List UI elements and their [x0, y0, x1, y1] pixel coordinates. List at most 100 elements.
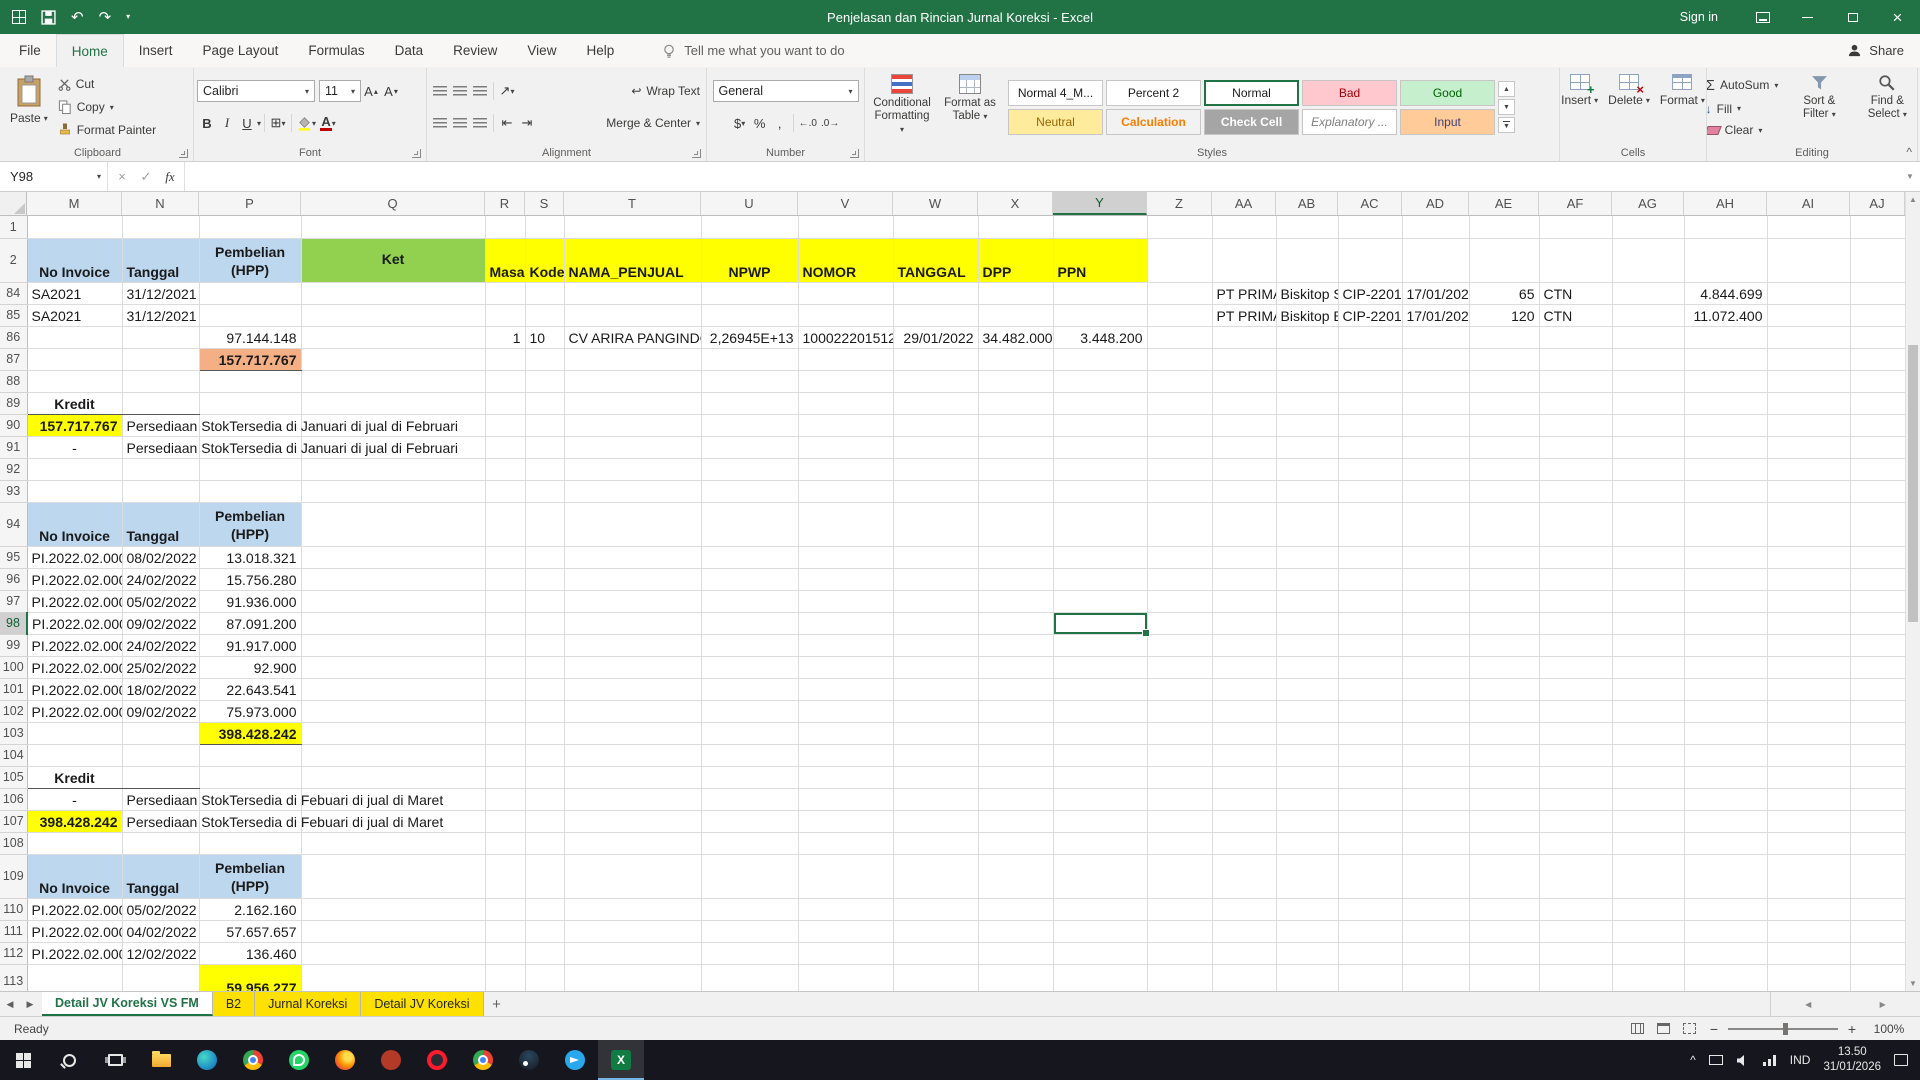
- cell-AE100[interactable]: [1469, 656, 1539, 678]
- cell-AH99[interactable]: [1684, 634, 1767, 656]
- cell-AC92[interactable]: [1338, 458, 1402, 480]
- cell-N2[interactable]: Tanggal: [122, 238, 199, 282]
- cell-Y1[interactable]: [1053, 216, 1147, 238]
- redo-button[interactable]: ↷: [99, 10, 112, 25]
- taskbar-brave-icon[interactable]: [368, 1040, 414, 1080]
- autosum-button[interactable]: ΣAutoSum▾: [1707, 76, 1781, 95]
- cell-AA102[interactable]: [1212, 700, 1276, 722]
- column-header-AI[interactable]: AI: [1767, 192, 1850, 215]
- row-header-93[interactable]: 93: [0, 480, 27, 502]
- alignment-dialog-launcher[interactable]: [692, 149, 701, 158]
- cell-AB102[interactable]: [1276, 700, 1338, 722]
- cell-P95[interactable]: 13.018.321: [199, 546, 301, 568]
- cell-P110[interactable]: 2.162.160: [199, 898, 301, 920]
- cell-AD84[interactable]: 17/01/2022: [1402, 282, 1469, 304]
- cell-AD98[interactable]: [1402, 612, 1469, 634]
- cell-Z95[interactable]: [1147, 546, 1212, 568]
- cell-AA113[interactable]: [1212, 964, 1276, 991]
- cell-U103[interactable]: [701, 722, 798, 744]
- cell-AH89[interactable]: [1684, 392, 1767, 414]
- cell-AJ99[interactable]: [1850, 634, 1905, 656]
- cell-AB95[interactable]: [1276, 546, 1338, 568]
- cell-U94[interactable]: [701, 502, 798, 546]
- cell-AC108[interactable]: [1338, 832, 1402, 854]
- cell-W93[interactable]: [893, 480, 978, 502]
- taskbar-search-icon[interactable]: [46, 1040, 92, 1080]
- zoom-in-button[interactable]: +: [1840, 1021, 1864, 1037]
- undo-button[interactable]: ↶: [71, 10, 84, 25]
- cell-V2[interactable]: NOMOR: [798, 238, 893, 282]
- cell-P94[interactable]: Pembelian (HPP): [199, 502, 301, 546]
- align-right-button[interactable]: [470, 112, 490, 134]
- decrease-font-size-button[interactable]: A▾: [381, 80, 401, 102]
- conditional-formatting-button[interactable]: Conditional Formatting ▾: [868, 70, 936, 144]
- cell-W1[interactable]: [893, 216, 978, 238]
- cell-AA1[interactable]: [1212, 216, 1276, 238]
- cell-AG86[interactable]: [1612, 326, 1684, 348]
- column-header-AE[interactable]: AE: [1469, 192, 1539, 215]
- cell-Y89[interactable]: [1053, 392, 1147, 414]
- cell-AC94[interactable]: [1338, 502, 1402, 546]
- cell-X98[interactable]: [978, 612, 1053, 634]
- cell-AF106[interactable]: [1539, 788, 1612, 810]
- cell-Z84[interactable]: [1147, 282, 1212, 304]
- cell-AD88[interactable]: [1402, 370, 1469, 392]
- cell-AB113[interactable]: [1276, 964, 1338, 991]
- cell-X103[interactable]: [978, 722, 1053, 744]
- row-header-88[interactable]: 88: [0, 370, 27, 392]
- cell-X86[interactable]: 34.482.000: [978, 326, 1053, 348]
- cell-U86[interactable]: 2,26945E+13: [701, 326, 798, 348]
- cell-AJ1[interactable]: [1850, 216, 1905, 238]
- cell-M86[interactable]: [27, 326, 122, 348]
- cell-P89[interactable]: [199, 392, 301, 414]
- cell-AC87[interactable]: [1338, 348, 1402, 370]
- cell-AH111[interactable]: [1684, 920, 1767, 942]
- cell-W105[interactable]: [893, 766, 978, 788]
- cell-AJ89[interactable]: [1850, 392, 1905, 414]
- cell-AA99[interactable]: [1212, 634, 1276, 656]
- cell-S108[interactable]: [525, 832, 564, 854]
- cell-U106[interactable]: [701, 788, 798, 810]
- cell-T107[interactable]: [564, 810, 701, 832]
- row-header-100[interactable]: 100: [0, 656, 27, 678]
- cell-AE101[interactable]: [1469, 678, 1539, 700]
- display-icon[interactable]: [1709, 1055, 1723, 1065]
- cell-AG90[interactable]: [1612, 414, 1684, 436]
- font-name-select[interactable]: Calibri▾: [197, 80, 315, 102]
- cell-U90[interactable]: [701, 414, 798, 436]
- cell-X84[interactable]: [978, 282, 1053, 304]
- cell-N90[interactable]: Persediaan StokTersedia di Januari di ju…: [122, 414, 199, 436]
- cell-AH91[interactable]: [1684, 436, 1767, 458]
- cell-P100[interactable]: 92.900: [199, 656, 301, 678]
- cell-AG97[interactable]: [1612, 590, 1684, 612]
- cell-R96[interactable]: [485, 568, 525, 590]
- cell-M100[interactable]: PI.2022.02.00046: [27, 656, 122, 678]
- cell-AI98[interactable]: [1767, 612, 1850, 634]
- cell-X85[interactable]: [978, 304, 1053, 326]
- cell-AF84[interactable]: CTN: [1539, 282, 1612, 304]
- cell-W84[interactable]: [893, 282, 978, 304]
- cell-P112[interactable]: 136.460: [199, 942, 301, 964]
- language-indicator[interactable]: IND: [1790, 1053, 1811, 1067]
- sort-filter-button[interactable]: Sort & Filter ▾: [1785, 70, 1853, 144]
- sheet-tab-jurnal-koreksi[interactable]: Jurnal Koreksi: [255, 992, 361, 1016]
- cell-AG105[interactable]: [1612, 766, 1684, 788]
- cell-T87[interactable]: [564, 348, 701, 370]
- cell-AG94[interactable]: [1612, 502, 1684, 546]
- row-header-95[interactable]: 95: [0, 546, 27, 568]
- cell-AF86[interactable]: [1539, 326, 1612, 348]
- cell-AG108[interactable]: [1612, 832, 1684, 854]
- cell-Y95[interactable]: [1053, 546, 1147, 568]
- cell-M92[interactable]: [27, 458, 122, 480]
- cell-AE98[interactable]: [1469, 612, 1539, 634]
- borders-button[interactable]: ⊞▾: [268, 112, 288, 134]
- cell-Z99[interactable]: [1147, 634, 1212, 656]
- style-normal-4-m[interactable]: Normal 4_M...: [1008, 80, 1103, 106]
- find-select-button[interactable]: Find & Select ▾: [1853, 70, 1918, 144]
- cell-T98[interactable]: [564, 612, 701, 634]
- tab-insert[interactable]: Insert: [124, 34, 188, 67]
- cell-AG101[interactable]: [1612, 678, 1684, 700]
- cell-X89[interactable]: [978, 392, 1053, 414]
- cell-V1[interactable]: [798, 216, 893, 238]
- cell-R88[interactable]: [485, 370, 525, 392]
